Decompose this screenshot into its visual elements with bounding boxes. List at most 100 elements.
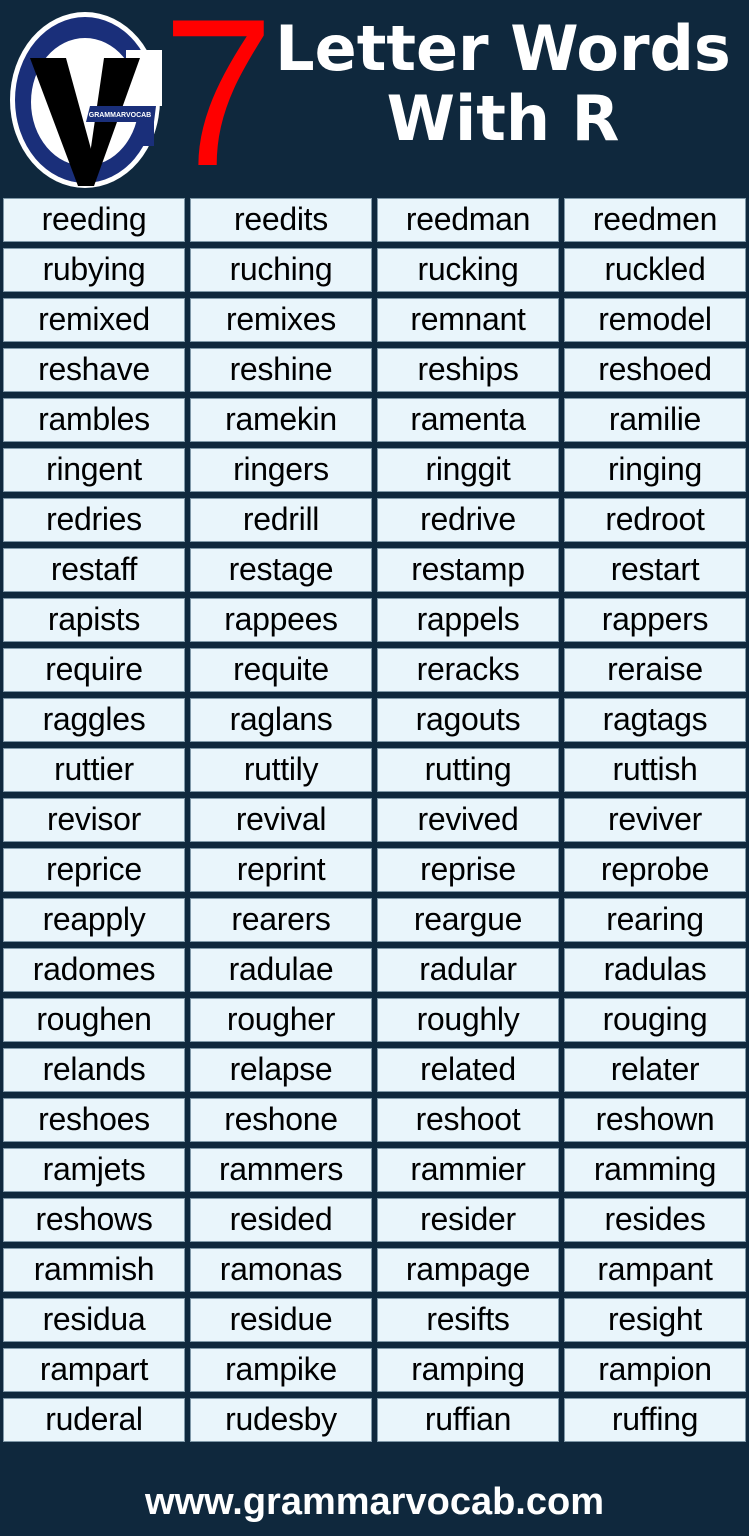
word-cell: require (3, 648, 185, 692)
word-cell: redries (3, 498, 185, 542)
word-cell: remodel (564, 298, 746, 342)
word-cell: radular (377, 948, 559, 992)
logo-text: GRAMMARVOCAB (89, 112, 151, 119)
word-cell: reedmen (564, 198, 746, 242)
word-cell: ragtags (564, 698, 746, 742)
word-cell: redroot (564, 498, 746, 542)
word-cell: rearers (190, 898, 372, 942)
word-cell: residue (190, 1298, 372, 1342)
word-cell: rampike (190, 1348, 372, 1392)
word-cell: reprise (377, 848, 559, 892)
title-line-1: Letter Words (275, 12, 731, 85)
word-cell: ruckled (564, 248, 746, 292)
grammarvocab-logo-icon: GRAMMARVOCAB (10, 12, 162, 188)
word-cell: rampage (377, 1248, 559, 1292)
word-cell: rapists (3, 598, 185, 642)
word-cell: roughly (377, 998, 559, 1042)
word-cell: ramjets (3, 1148, 185, 1192)
word-cell: ruttily (190, 748, 372, 792)
word-grid: reeding reedits reedman reedmen rubying ruchi… (3, 198, 747, 1442)
word-cell: reshave (3, 348, 185, 392)
word-cell: ramilie (564, 398, 746, 442)
word-cell: reapply (3, 898, 185, 942)
word-cell: rubying (3, 248, 185, 292)
word-cell: reshows (3, 1198, 185, 1242)
word-cell: radulae (190, 948, 372, 992)
word-cell: rudesby (190, 1398, 372, 1442)
header: GRAMMARVOCAB 7 Letter Words With R (0, 0, 749, 210)
word-cell: rampart (3, 1348, 185, 1392)
word-cell: ramenta (377, 398, 559, 442)
word-cell: reargue (377, 898, 559, 942)
word-cell: rammish (3, 1248, 185, 1292)
word-cell: reshine (190, 348, 372, 392)
word-cell: reeding (3, 198, 185, 242)
word-cell: reprint (190, 848, 372, 892)
website-footer: www.grammarvocab.com (145, 1481, 604, 1523)
word-cell: rampant (564, 1248, 746, 1292)
word-cell: rougher (190, 998, 372, 1042)
word-cell: rucking (377, 248, 559, 292)
word-cell: ruffing (564, 1398, 746, 1442)
word-cell: rearing (564, 898, 746, 942)
word-cell: raglans (190, 698, 372, 742)
page-title: Letter Words With R (262, 14, 744, 154)
word-cell: resides (564, 1198, 746, 1242)
word-cell: roughen (3, 998, 185, 1042)
word-cell: resider (377, 1198, 559, 1242)
word-cell: ramekin (190, 398, 372, 442)
word-cell: ragouts (377, 698, 559, 742)
word-cell: rappees (190, 598, 372, 642)
word-cell: reshoed (564, 348, 746, 392)
word-cell: rutting (377, 748, 559, 792)
word-cell: ruttier (3, 748, 185, 792)
word-cell: rambles (3, 398, 185, 442)
word-cell: relater (564, 1048, 746, 1092)
word-cell: ruderal (3, 1398, 185, 1442)
word-cell: remixes (190, 298, 372, 342)
word-cell: rammers (190, 1148, 372, 1192)
word-cell: relapse (190, 1048, 372, 1092)
word-cell: ramonas (190, 1248, 372, 1292)
word-cell: rappels (377, 598, 559, 642)
word-cell: reraise (564, 648, 746, 692)
word-cell: ringers (190, 448, 372, 492)
word-cell: relands (3, 1048, 185, 1092)
word-cell: reships (377, 348, 559, 392)
word-cell: redrill (190, 498, 372, 542)
word-cell: resided (190, 1198, 372, 1242)
word-cell: reedits (190, 198, 372, 242)
word-cell: reracks (377, 648, 559, 692)
word-cell: ramming (564, 1148, 746, 1192)
word-cell: radulas (564, 948, 746, 992)
word-cell: reviver (564, 798, 746, 842)
word-cell: redrive (377, 498, 559, 542)
word-cell: reshoot (377, 1098, 559, 1142)
word-cell: rouging (564, 998, 746, 1042)
word-cell: revival (190, 798, 372, 842)
word-cell: ramping (377, 1348, 559, 1392)
word-cell: reshoes (3, 1098, 185, 1142)
word-cell: raggles (3, 698, 185, 742)
word-cell: rampion (564, 1348, 746, 1392)
word-cell: restart (564, 548, 746, 592)
word-cell: reshone (190, 1098, 372, 1142)
word-cell: reprobe (564, 848, 746, 892)
title-line-2: With R (386, 82, 620, 155)
word-cell: requite (190, 648, 372, 692)
word-cell: related (377, 1048, 559, 1092)
word-cell: remnant (377, 298, 559, 342)
word-cell: restamp (377, 548, 559, 592)
word-cell: residua (3, 1298, 185, 1342)
word-cell: reshown (564, 1098, 746, 1142)
word-cell: ringing (564, 448, 746, 492)
word-cell: resight (564, 1298, 746, 1342)
word-cell: ruttish (564, 748, 746, 792)
word-cell: ringgit (377, 448, 559, 492)
word-cell: radomes (3, 948, 185, 992)
word-cell: remixed (3, 298, 185, 342)
number-seven: 7 (162, 0, 274, 210)
word-cell: ringent (3, 448, 185, 492)
word-cell: rappers (564, 598, 746, 642)
word-cell: restage (190, 548, 372, 592)
